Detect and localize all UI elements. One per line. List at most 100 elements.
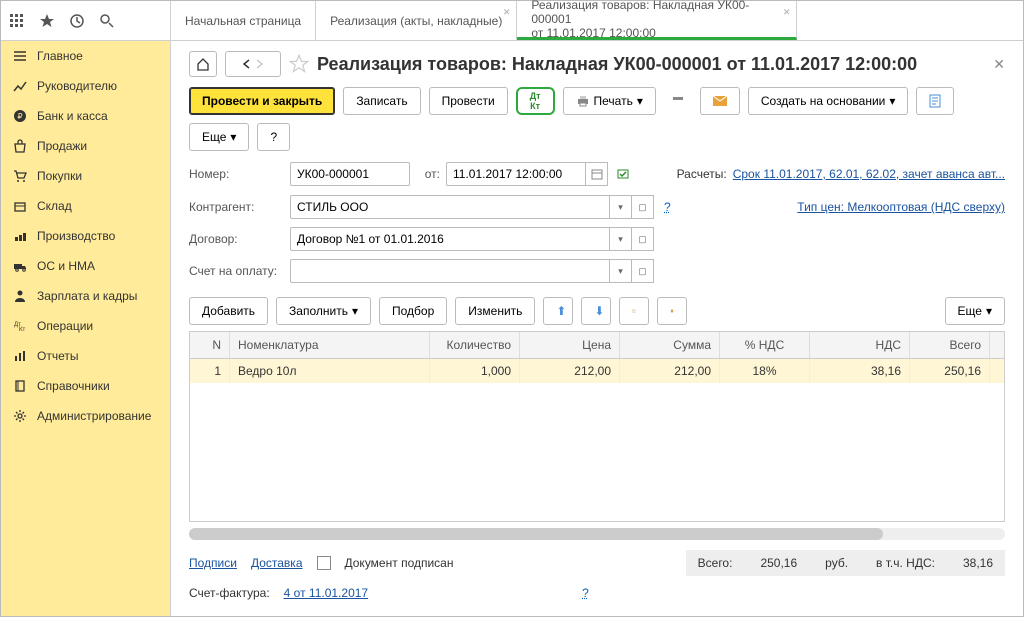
- attach-button[interactable]: [664, 88, 692, 114]
- col-nomenclature[interactable]: Номенклатура: [230, 332, 430, 358]
- horizontal-scrollbar[interactable]: [189, 528, 1005, 540]
- sidebar-item-reports[interactable]: Отчеты: [1, 341, 170, 371]
- chevron-down-icon: ▾: [352, 304, 358, 318]
- sidebar-item-purchases[interactable]: Покупки: [1, 161, 170, 191]
- contragent-input[interactable]: [290, 195, 610, 219]
- signed-checkbox[interactable]: [317, 556, 331, 570]
- help-link[interactable]: ?: [582, 586, 589, 600]
- open-button[interactable]: ▢: [632, 227, 654, 251]
- file-button[interactable]: [916, 87, 954, 115]
- col-n[interactable]: N: [190, 332, 230, 358]
- move-up-button[interactable]: ⬆: [543, 297, 573, 325]
- sidebar-item-bank[interactable]: ₽Банк и касса: [1, 101, 170, 131]
- change-button[interactable]: Изменить: [455, 297, 535, 325]
- tab-sales[interactable]: Реализация (акты, накладные)✕: [316, 1, 517, 40]
- date-input[interactable]: [446, 162, 586, 186]
- table-row[interactable]: 1 Ведро 10л 1,000 212,00 212,00 18% 38,1…: [190, 359, 1004, 383]
- delivery-link[interactable]: Доставка: [251, 556, 303, 570]
- ops-icon: ДтКт: [13, 319, 27, 333]
- dropdown-button[interactable]: ▾: [610, 259, 632, 283]
- chevron-down-icon: ▾: [889, 94, 895, 108]
- paste-button[interactable]: [657, 297, 687, 325]
- invoice-input[interactable]: [290, 259, 610, 283]
- sidebar-item-label: Продажи: [37, 139, 87, 153]
- dropdown-button[interactable]: ▾: [610, 195, 632, 219]
- favorite-icon[interactable]: [289, 54, 309, 74]
- apps-icon[interactable]: [9, 13, 25, 29]
- star-icon[interactable]: [39, 13, 55, 29]
- col-nds[interactable]: % НДС: [720, 332, 810, 358]
- col-sum[interactable]: Сумма: [620, 332, 720, 358]
- file-icon: [929, 94, 941, 108]
- post-close-button[interactable]: Провести и закрыть: [189, 87, 335, 115]
- help-link[interactable]: ?: [664, 200, 671, 214]
- col-price[interactable]: Цена: [520, 332, 620, 358]
- sidebar-item-sales[interactable]: Продажи: [1, 131, 170, 161]
- pick-button[interactable]: Подбор: [379, 297, 447, 325]
- sidebar-item-admin[interactable]: Администрирование: [1, 401, 170, 431]
- sidebar-item-main[interactable]: Главное: [1, 41, 170, 71]
- row-invoice: Счет на оплату: ▾▢: [189, 259, 1005, 283]
- invoice-row: Счет-фактура: 4 от 11.01.2017 ?: [189, 586, 1005, 600]
- calc-link[interactable]: Срок 11.01.2017, 62.01, 62.02, зачет ава…: [733, 167, 1005, 181]
- col-total[interactable]: Всего: [910, 332, 990, 358]
- factory-icon: [13, 229, 27, 243]
- top-icons: [1, 1, 171, 40]
- toolbar: Провести и закрыть Записать Провести ДтК…: [189, 87, 1005, 151]
- sidebar-item-warehouse[interactable]: Склад: [1, 191, 170, 221]
- box-icon: [13, 199, 27, 213]
- dtkt-button[interactable]: ДтКт: [516, 87, 555, 115]
- sidebar-item-operations[interactable]: ДтКтОперации: [1, 311, 170, 341]
- sidebar-item-label: Покупки: [37, 169, 82, 183]
- home-button[interactable]: [189, 51, 217, 77]
- col-qty[interactable]: Количество: [430, 332, 520, 358]
- cell-price: 212,00: [520, 359, 620, 383]
- price-type-link[interactable]: Тип цен: Мелкооптовая (НДС сверху): [797, 200, 1005, 214]
- close-button[interactable]: ✕: [993, 56, 1005, 73]
- help-button[interactable]: ?: [257, 123, 290, 151]
- nav-back-forward[interactable]: [225, 51, 281, 77]
- copy-button[interactable]: [619, 297, 649, 325]
- table-more-button[interactable]: Еще▾: [945, 297, 1005, 325]
- fill-button[interactable]: Заполнить▾: [276, 297, 371, 325]
- posted-icon: [614, 161, 634, 187]
- sidebar-item-production[interactable]: Производство: [1, 221, 170, 251]
- close-icon[interactable]: ✕: [503, 7, 511, 18]
- open-button[interactable]: ▢: [632, 195, 654, 219]
- sf-link[interactable]: 4 от 11.01.2017: [284, 586, 368, 600]
- print-button[interactable]: Печать▾: [563, 87, 656, 115]
- print-label: Печать: [594, 94, 633, 108]
- menu-icon: [13, 49, 27, 63]
- search-icon[interactable]: [99, 13, 115, 29]
- sidebar-item-catalogs[interactable]: Справочники: [1, 371, 170, 401]
- sidebar-item-salary[interactable]: Зарплата и кадры: [1, 281, 170, 311]
- signatures-link[interactable]: Подписи: [189, 556, 237, 570]
- calendar-button[interactable]: [586, 162, 608, 186]
- create-based-button[interactable]: Создать на основании▾: [748, 87, 909, 115]
- col-ndsv[interactable]: НДС: [810, 332, 910, 358]
- cell-n: 1: [190, 359, 230, 383]
- history-icon[interactable]: [69, 13, 85, 29]
- dtkt-icon: ДтКт: [530, 91, 541, 111]
- mail-button[interactable]: [700, 87, 740, 115]
- add-button[interactable]: Добавить: [189, 297, 268, 325]
- bag-icon: [13, 139, 27, 153]
- tab-home[interactable]: Начальная страница: [171, 1, 316, 40]
- close-icon[interactable]: ✕: [783, 7, 791, 18]
- more-button[interactable]: Еще▾: [189, 123, 249, 151]
- open-button[interactable]: ▢: [632, 259, 654, 283]
- dogovor-input[interactable]: [290, 227, 610, 251]
- signed-label: Документ подписан: [345, 556, 454, 570]
- post-button[interactable]: Провести: [429, 87, 508, 115]
- sidebar-item-assets[interactable]: ОС и НМА: [1, 251, 170, 281]
- dropdown-button[interactable]: ▾: [610, 227, 632, 251]
- sidebar-item-label: Отчеты: [37, 349, 78, 363]
- chevron-down-icon: ▾: [986, 304, 992, 318]
- write-button[interactable]: Записать: [343, 87, 420, 115]
- arrow-up-icon: ⬆: [556, 304, 566, 318]
- calc-label: Расчеты:: [677, 167, 727, 181]
- number-input[interactable]: [290, 162, 410, 186]
- move-down-button[interactable]: ⬇: [581, 297, 611, 325]
- sidebar-item-manager[interactable]: Руководителю: [1, 71, 170, 101]
- tab-current[interactable]: Реализация товаров: Накладная УК00-00000…: [517, 1, 797, 40]
